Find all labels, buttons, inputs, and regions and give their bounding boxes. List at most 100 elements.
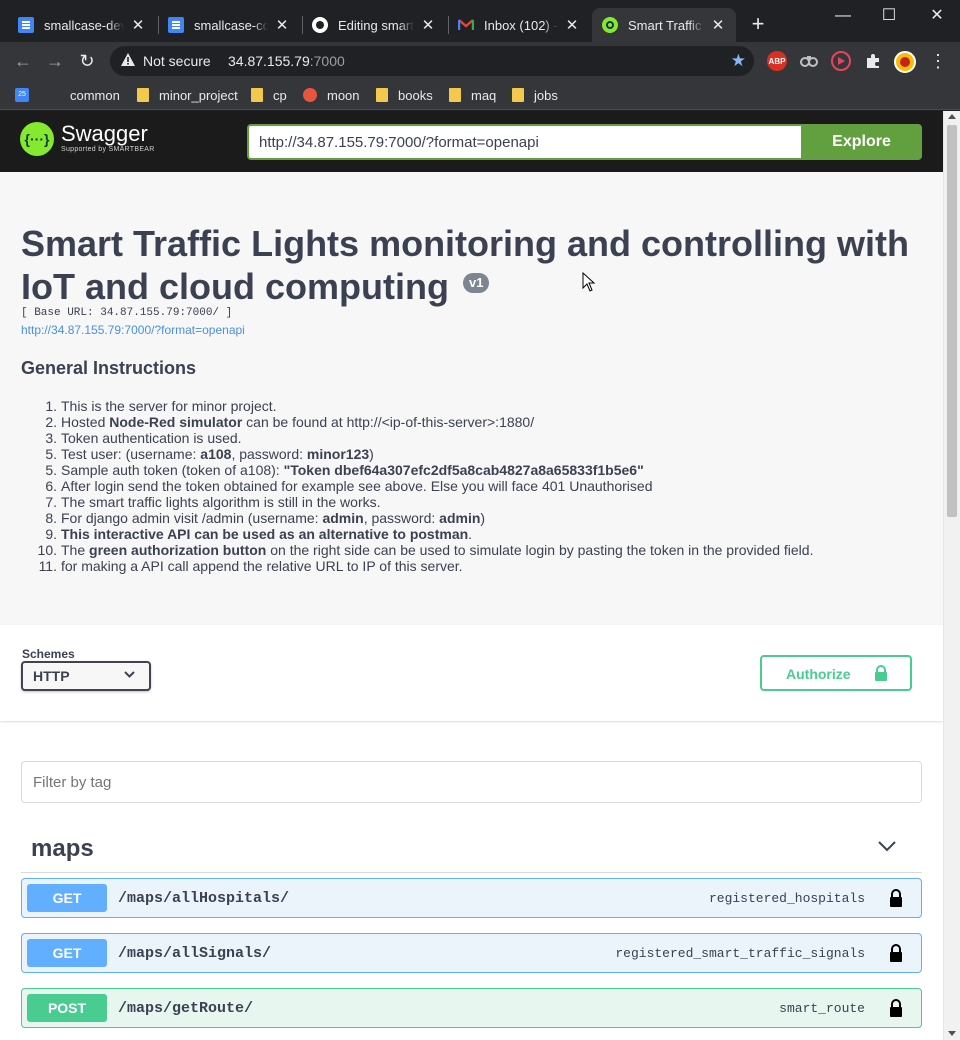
instruction-emphasis: "Token dbef64a307efc2df5a8cab4827a8a6583… xyxy=(283,462,644,478)
instructions-list: 1. This is the server for minor project. 2… xyxy=(38,398,921,574)
close-icon[interactable]: ✕ xyxy=(274,16,290,34)
instruction-item: 10. The green authorization button on the… xyxy=(38,542,921,558)
swagger-icon xyxy=(602,17,618,33)
tab-inbox[interactable]: Inbox (102) - na ✕ xyxy=(448,8,590,42)
instruction-emphasis: a108 xyxy=(200,446,232,462)
tab-smart-traffic-lights[interactable]: Smart Traffic Lights ✕ xyxy=(592,8,736,42)
scheme-select[interactable]: HTTP xyxy=(21,661,151,691)
swagger-logo[interactable]: {···} Swagger Supported by SMARTBEAR xyxy=(20,122,155,156)
extensions-puzzle-icon[interactable] xyxy=(863,51,883,71)
scroll-up-icon[interactable] xyxy=(948,114,956,119)
swagger-brand: Swagger xyxy=(61,121,148,146)
explore-button[interactable]: Explore xyxy=(801,124,922,160)
close-icon[interactable]: ✕ xyxy=(710,16,726,34)
bookmark-common[interactable]: 25 common xyxy=(15,86,120,104)
instruction-emphasis: minor123 xyxy=(306,446,370,462)
new-tab-button[interactable]: + xyxy=(748,13,768,35)
tag-title: maps xyxy=(31,835,94,862)
extension-icon[interactable] xyxy=(799,51,819,71)
chrome-menu-icon[interactable]: ⋮ xyxy=(928,51,948,71)
warning-icon[interactable] xyxy=(120,52,136,68)
instruction-number: 3. xyxy=(45,430,57,446)
tag-section-maps[interactable]: maps xyxy=(21,823,922,873)
close-window-button[interactable]: ✕ xyxy=(922,4,952,28)
bookmark-maq[interactable]: maq xyxy=(449,86,496,104)
operation-get-all-signals[interactable]: GET /maps/allSignals/ registered_smart_t… xyxy=(21,933,922,973)
instruction-item: 3. Token authentication is used. xyxy=(45,430,921,446)
page-viewport: {···} Swagger Supported by SMARTBEAR Exp… xyxy=(0,111,960,1040)
instruction-text: for making a API call append the relativ… xyxy=(61,558,463,574)
mouse-cursor-icon xyxy=(582,272,596,292)
bookmark-cp[interactable]: cp xyxy=(251,86,287,104)
operation-summary: registered_smart_traffic_signals xyxy=(615,946,865,961)
instruction-text: For django admin visit /admin (username: xyxy=(61,510,323,526)
close-icon[interactable]: ✕ xyxy=(420,16,436,34)
video-player-icon[interactable] xyxy=(831,51,851,71)
tab-smallcase-cover[interactable]: smallcase-cover ✕ xyxy=(158,8,300,42)
instruction-item: 2. Hosted Node-Red simulator can be found… xyxy=(45,414,921,430)
instruction-item: 7. The smart traffic lights algorithm is … xyxy=(45,494,921,510)
maximize-button[interactable]: ☐ xyxy=(874,4,904,28)
instruction-text: This is the server for minor project. xyxy=(61,398,277,414)
operation-get-all-hospitals[interactable]: GET /maps/allHospitals/ registered_hospi… xyxy=(21,878,922,918)
not-secure-label[interactable]: Not secure xyxy=(143,53,211,69)
scroll-down-icon[interactable] xyxy=(948,1031,956,1036)
instruction-text: . xyxy=(468,526,473,542)
operation-post-get-route[interactable]: POST /maps/getRoute/ smart_route xyxy=(21,988,922,1028)
instruction-text: Sample auth token (token of a108): xyxy=(61,462,284,478)
instruction-text: ) xyxy=(480,510,486,526)
swagger-topbar: {···} Swagger Supported by SMARTBEAR Exp… xyxy=(0,111,943,172)
page-scrollbar[interactable] xyxy=(943,111,960,1040)
bookmark-star-icon[interactable]: ★ xyxy=(731,51,746,71)
instruction-text: After login send the token obtained for … xyxy=(61,478,653,494)
instruction-emphasis: admin xyxy=(439,510,481,526)
profile-avatar[interactable] xyxy=(894,51,916,73)
bookmark-jobs[interactable]: jobs xyxy=(512,86,558,104)
method-badge: POST xyxy=(27,994,107,1022)
adblock-plus-icon[interactable]: ABP xyxy=(767,51,787,71)
chevron-down-icon[interactable] xyxy=(878,840,896,852)
instruction-text: The xyxy=(61,542,90,558)
close-icon[interactable]: ✕ xyxy=(130,16,146,34)
operation-path: /maps/allSignals/ xyxy=(118,945,272,962)
tab-strip: smallcase-devops ✕ smallcase-cover ✕ Edi… xyxy=(0,0,960,42)
forward-button[interactable]: → xyxy=(43,49,67,73)
tab-editing-smart-traffic[interactable]: Editing smart-traffic ✕ xyxy=(302,8,446,42)
smartbear-tagline: Supported by SMARTBEAR xyxy=(61,146,155,153)
instruction-number: 2. xyxy=(45,414,57,430)
github-icon xyxy=(312,17,328,33)
bookmark-moon[interactable]: moon xyxy=(303,86,360,104)
bookmark-books[interactable]: books xyxy=(376,86,433,104)
filter-by-tag-input[interactable] xyxy=(21,761,922,803)
close-icon[interactable]: ✕ xyxy=(564,16,580,34)
reload-button[interactable]: ↻ xyxy=(75,49,99,73)
gmail-icon xyxy=(458,17,474,33)
schemes-label: Schemes xyxy=(22,647,75,661)
instruction-emphasis: This interactive API can be used as an a… xyxy=(61,526,469,542)
minimize-button[interactable]: — xyxy=(828,4,858,28)
scheme-container: Schemes HTTP Authorize xyxy=(0,625,943,721)
instruction-text: ) xyxy=(369,446,374,462)
instruction-text: The smart traffic lights algorithm is st… xyxy=(61,494,381,510)
tab-smallcase-devops[interactable]: smallcase-devops ✕ xyxy=(8,8,156,42)
scrollbar-thumb[interactable] xyxy=(947,125,957,517)
url-text[interactable]: 34.87.155.79:7000 xyxy=(228,53,345,69)
back-button[interactable]: ← xyxy=(11,49,35,73)
spec-url-input[interactable] xyxy=(247,124,801,160)
version-badge: v1 xyxy=(462,273,490,293)
folder-icon xyxy=(251,88,263,102)
address-bar[interactable]: Not secure 34.87.155.79:7000 ★ xyxy=(110,46,754,76)
lock-icon[interactable] xyxy=(889,944,903,962)
swagger-logo-icon: {···} xyxy=(20,122,54,156)
folder-icon xyxy=(376,88,388,102)
authorize-button[interactable]: Authorize xyxy=(760,655,912,691)
lock-icon[interactable] xyxy=(889,999,903,1017)
lock-icon[interactable] xyxy=(889,889,903,907)
docs-icon xyxy=(18,17,34,33)
bookmark-minor-project[interactable]: minor_project xyxy=(137,86,238,104)
instruction-text: Hosted xyxy=(61,414,110,430)
spec-link[interactable]: http://34.87.155.79:7000/?format=openapi xyxy=(21,323,245,337)
instruction-item: 5. Test user: (username: a108, password: … xyxy=(45,446,921,462)
instruction-number: 10. xyxy=(37,542,57,558)
instruction-number: 5. xyxy=(45,462,57,478)
